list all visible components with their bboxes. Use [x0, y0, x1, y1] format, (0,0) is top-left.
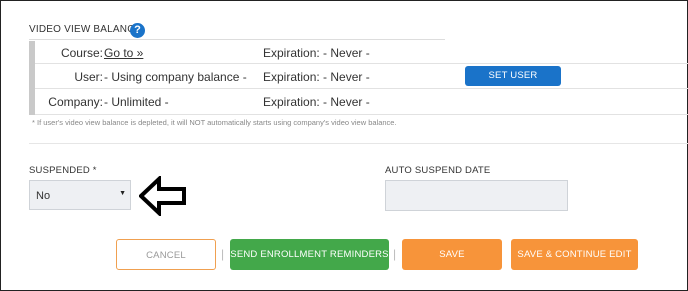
row-divider — [35, 63, 688, 64]
row-divider — [35, 114, 688, 115]
button-separator: | — [393, 247, 397, 261]
suspended-select[interactable]: No ▼ — [29, 180, 131, 210]
company-label: Company: — [48, 95, 103, 109]
auto-suspend-date-input[interactable] — [385, 180, 568, 211]
cancel-button[interactable]: CANCEL — [116, 239, 216, 270]
suspended-label: SUSPENDED * — [29, 165, 97, 176]
save-button[interactable]: SAVE — [402, 239, 502, 270]
caret-down-icon: ▼ — [119, 190, 126, 197]
balance-table: Course: Go to » Expiration: - Never - Us… — [29, 41, 688, 115]
course-label: Course: — [60, 46, 103, 60]
button-separator: | — [221, 247, 225, 261]
go-to-course-link[interactable]: Go to » — [104, 46, 143, 60]
course-expiration: Expiration: - Never - — [263, 46, 370, 60]
video-view-balance-title: VIDEO VIEW BALANCE: — [29, 24, 145, 35]
course-row: Course: Go to » Expiration: - Never - — [35, 41, 688, 65]
company-balance-value: - Unlimited - — [104, 95, 169, 109]
save-and-continue-edit-button[interactable]: SAVE & CONTINUE EDIT — [511, 239, 638, 270]
user-expiration: Expiration: - Never - — [263, 70, 370, 84]
user-row: User: - Using company balance - Expirati… — [35, 65, 688, 101]
suspended-selected-value: No — [36, 190, 51, 202]
row-divider — [35, 88, 688, 89]
set-user-balance-button[interactable]: SET USER BALANCE — [465, 66, 561, 101]
title-divider — [29, 39, 445, 40]
section-divider — [29, 143, 688, 144]
user-label: User: — [74, 70, 103, 84]
send-enrollment-reminders-button[interactable]: SEND ENROLLMENT REMINDERS — [230, 239, 389, 270]
left-arrow-icon — [139, 176, 186, 216]
user-balance-value: - Using company balance - — [104, 70, 247, 84]
help-icon[interactable]: ? — [130, 23, 145, 38]
auto-suspend-date-label: AUTO SUSPEND DATE — [385, 165, 491, 176]
balance-note: * If user's video view balance is deplet… — [32, 118, 397, 127]
company-expiration: Expiration: - Never - — [263, 95, 370, 109]
company-row: Company: - Unlimited - Expiration: - Nev… — [35, 90, 688, 114]
